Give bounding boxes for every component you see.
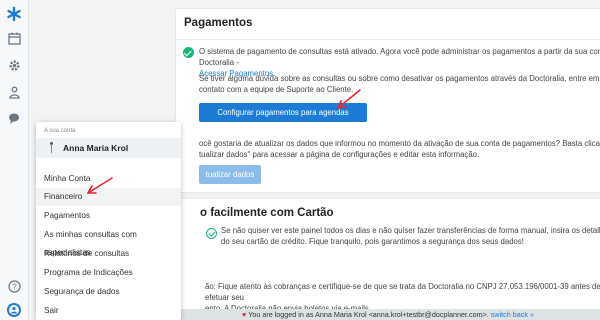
annotation-arrows <box>87 89 361 194</box>
annotation-arrow-configure <box>337 89 361 109</box>
